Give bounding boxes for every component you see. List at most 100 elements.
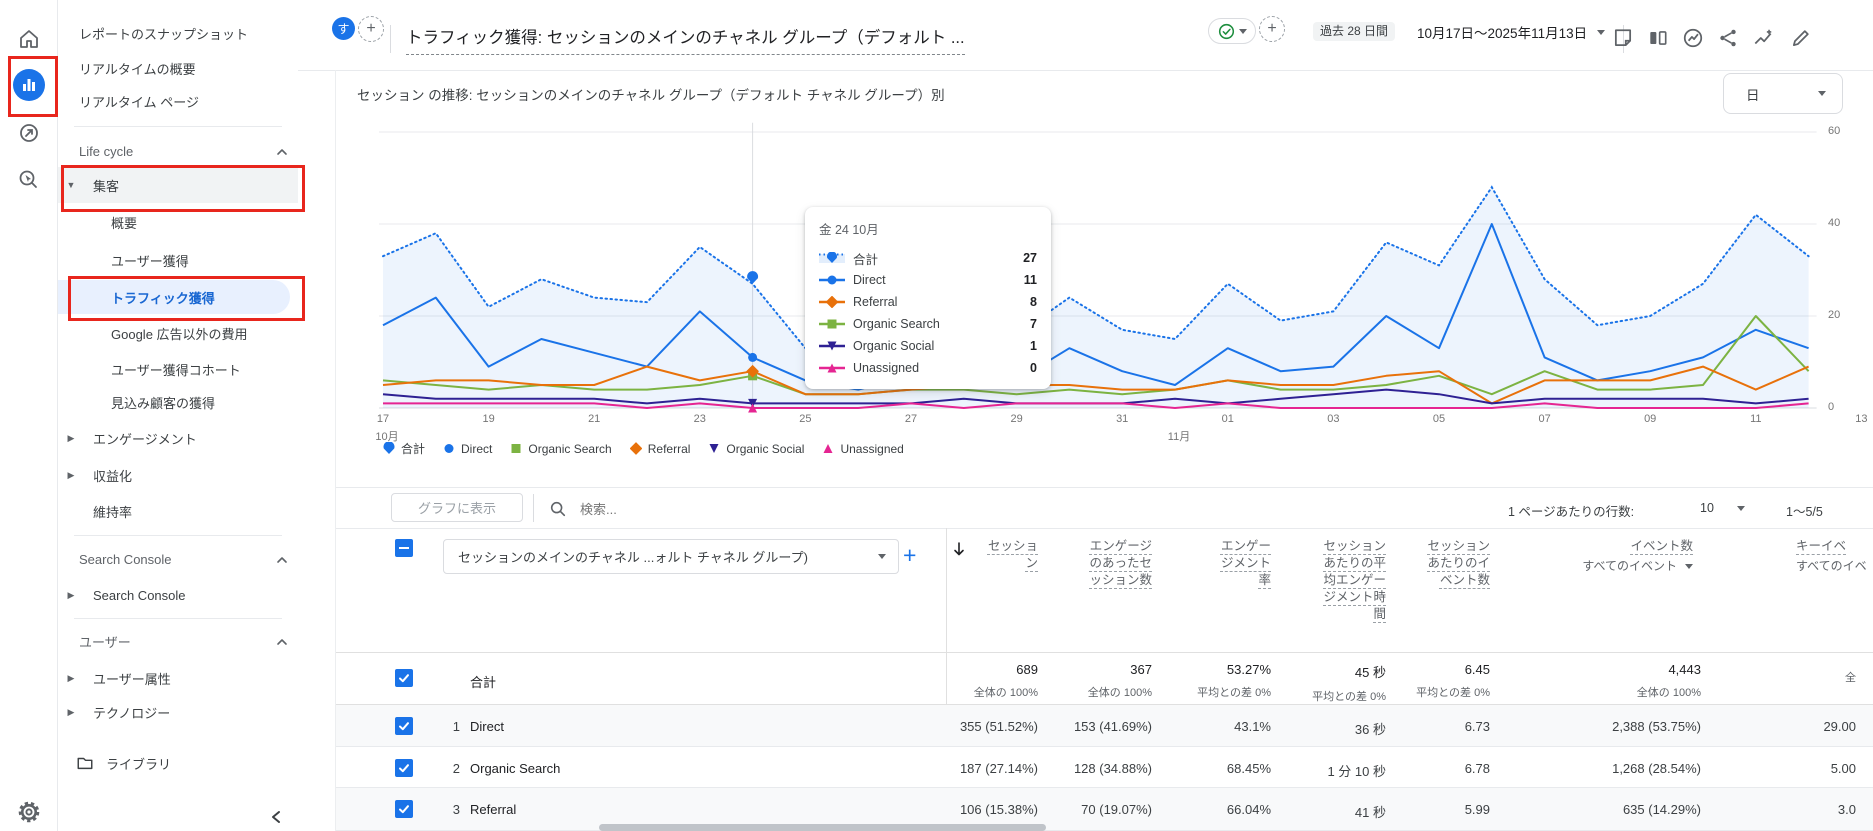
sidebar-item-technology[interactable]: ▶ テクノロジー (58, 695, 298, 729)
sidebar-item-traffic-acquisition[interactable]: トラフィック獲得 (58, 280, 298, 314)
show-on-chart-button[interactable]: グラフに表示 (391, 493, 523, 522)
chevron-down-icon[interactable] (1737, 506, 1745, 511)
report-nav-sidebar: レポートのスナップショット リアルタイムの概要 リアルタイム ページ Life cyc… (58, 0, 298, 831)
sidebar-item-acquisition[interactable]: ▼ 集客 (58, 167, 298, 203)
row-checkbox[interactable] (395, 800, 413, 818)
column-header-filter[interactable]: すべてのイベ (1796, 558, 1873, 575)
sidebar-item-user-acquisition-cohorts[interactable]: ユーザー獲得コホート (58, 352, 298, 386)
triangle-right-icon[interactable]: ▶ (65, 470, 77, 481)
table-row[interactable]: 1 Direct 355 (51.52%) 153 (41.69%) 43.1% 36 秒… (336, 705, 1873, 747)
advertising-icon[interactable] (12, 163, 46, 197)
section-label: ユーザー (79, 634, 131, 650)
edit-icon[interactable] (1790, 27, 1812, 49)
legend-item[interactable]: Direct (443, 442, 492, 456)
legend-item[interactable]: Unassigned (822, 442, 904, 456)
sidebar-item-user-attributes[interactable]: ▶ ユーザー属性 (58, 661, 298, 695)
row-checkbox[interactable] (395, 669, 413, 687)
column-header[interactable]: イベント数 すべてのイベント (1513, 538, 1693, 575)
totals-cell: 45 秒平均との差 0% (1312, 662, 1386, 704)
horizontal-scrollbar[interactable] (599, 824, 1046, 831)
home-icon[interactable] (12, 22, 46, 56)
check-circle-icon (1218, 23, 1234, 39)
column-header[interactable]: セッションあたりのイベント数 (1422, 538, 1490, 589)
triangle-right-icon[interactable]: ▶ (65, 590, 77, 601)
admin-settings-icon[interactable] (12, 795, 46, 829)
chevron-down-icon (1818, 91, 1826, 96)
row-checkbox[interactable] (395, 759, 413, 777)
column-header-filter[interactable]: すべてのイベント (1513, 558, 1693, 575)
explore-icon[interactable] (12, 116, 46, 150)
search-input[interactable] (578, 496, 1002, 522)
tooltip-row: Organic Social 1 (819, 335, 1037, 357)
date-range-selector[interactable]: 10月17日～2025年11月13日 (1417, 22, 1606, 42)
sidebar-section-life-cycle[interactable]: Life cycle (58, 134, 298, 168)
property-avatar[interactable]: す (332, 17, 355, 40)
sidebar-item-reports-snapshot[interactable]: レポートのスナップショット (58, 16, 298, 50)
tooltip-series-value: 1 (1030, 339, 1037, 353)
report-title[interactable]: トラフィック獲得: セッションのメインのチャネル グループ（デフォルト ... (406, 24, 965, 55)
legend-marker-icon (823, 444, 833, 453)
sidebar-item-monetization[interactable]: ▶ 収益化 (58, 458, 298, 492)
tooltip-series-value: 11 (1023, 273, 1037, 287)
triangle-down-icon[interactable]: ▼ (65, 180, 77, 190)
collapse-sidebar-icon[interactable] (268, 808, 286, 826)
table-row[interactable]: 3 Referral 106 (15.38%) 70 (19.07%) 66.04% 41… (336, 788, 1873, 831)
metric-cell: 68.45% (1226, 761, 1271, 776)
column-header[interactable]: エンゲージのあったセッション数 (1084, 538, 1152, 589)
sidebar-item-non-google-ads-cost[interactable]: Google 広告以外の費用 (58, 316, 298, 350)
triangle-right-icon[interactable]: ▶ (65, 707, 77, 718)
legend-item[interactable]: Organic Search (510, 442, 612, 456)
sidebar-item-realtime-pages[interactable]: リアルタイム ページ (58, 84, 298, 118)
column-header[interactable]: キーイベ すべてのイベ (1796, 538, 1873, 575)
dimension-dropdown[interactable]: セッションのメインのチャネル ...ォルト チャネル グループ) (443, 539, 899, 574)
chevron-up-icon[interactable] (276, 146, 288, 158)
column-header[interactable]: セッションあたりの平均エンゲージメント時間 (1318, 538, 1386, 623)
legend-item[interactable]: 合計 (383, 440, 425, 457)
tooltip-row: Organic Search 7 (819, 313, 1037, 335)
sidebar-item-acquisition-overview[interactable]: 概要 (58, 205, 298, 239)
generated-insights-icon[interactable] (1752, 27, 1774, 49)
sessions-line-chart[interactable] (336, 100, 1836, 460)
column-header[interactable]: エンゲージメント率 (1213, 538, 1271, 589)
nav-item-label: エンゲージメント (93, 431, 197, 447)
triangle-right-icon[interactable]: ▶ (65, 673, 77, 684)
select-all-checkbox[interactable] (395, 539, 413, 557)
sidebar-item-library[interactable]: ライブラリ (58, 746, 298, 780)
sidebar-item-retention[interactable]: 維持率 (58, 494, 298, 528)
sidebar-item-user-acquisition[interactable]: ユーザー獲得 (58, 243, 298, 277)
reports-icon[interactable] (12, 68, 46, 102)
legend-item[interactable]: Referral (629, 442, 690, 456)
add-comparison-icon[interactable]: + (358, 16, 384, 42)
totals-value: 689 (1016, 662, 1038, 677)
sidebar-item-search-console[interactable]: ▶ Search Console (58, 578, 298, 612)
sidebar-section-search-console-section[interactable]: Search Console (58, 542, 298, 576)
share-icon[interactable] (1717, 27, 1739, 49)
sort-descending-icon[interactable] (951, 541, 967, 557)
add-report-item-icon[interactable]: + (1259, 16, 1285, 42)
nav-item-label: Search Console (93, 587, 186, 603)
compare-icon[interactable] (1647, 27, 1669, 49)
column-header-title: エンゲージのあったセッション数 (1089, 539, 1152, 587)
chevron-up-icon[interactable] (276, 636, 288, 648)
sidebar-item-engagement[interactable]: ▶ エンゲージメント (58, 421, 298, 455)
chevron-up-icon[interactable] (276, 554, 288, 566)
add-dimension-icon[interactable]: + (903, 540, 916, 570)
sidebar-item-realtime-overview[interactable]: リアルタイムの概要 (58, 51, 298, 85)
legend-item[interactable]: Organic Social (708, 442, 804, 456)
tooltip-row: Direct 11 (819, 269, 1037, 291)
row-checkbox[interactable] (395, 717, 413, 735)
triangle-right-icon[interactable]: ▶ (65, 433, 77, 444)
insights-icon[interactable] (1682, 27, 1704, 49)
totals-row: 合計 689 全体の 100% 367 全体の 100% 53.27% 平均との差 0% 45… (336, 652, 1873, 705)
report-status-pill[interactable] (1208, 18, 1256, 44)
legend-marker-icon (709, 444, 719, 453)
column-header[interactable]: セッション (980, 538, 1038, 572)
nav-item-label: ライブラリ (106, 756, 172, 772)
x-axis-tick: 31 (1116, 413, 1129, 425)
y-axis-tick: 0 (1828, 401, 1835, 413)
rows-per-page-select[interactable]: 10 (1700, 501, 1714, 515)
table-row[interactable]: 2 Organic Search 187 (27.14%) 128 (34.88%) 6… (336, 747, 1873, 788)
sidebar-section-user-section[interactable]: ユーザー (58, 624, 298, 658)
sidebar-item-lead-generation[interactable]: 見込み顧客の獲得 (58, 385, 298, 419)
notes-icon[interactable] (1612, 27, 1634, 49)
